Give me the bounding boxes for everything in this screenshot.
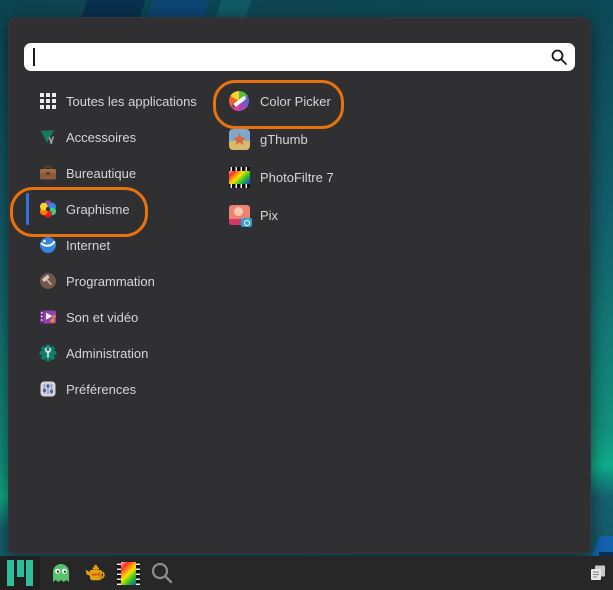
graphics-pinwheel-icon [38, 199, 58, 219]
internet-globe-icon [38, 235, 58, 255]
app-color-picker[interactable]: Color Picker [222, 82, 447, 120]
administration-gear-wrench-icon [38, 343, 58, 363]
app-pix[interactable]: Pix [222, 196, 447, 234]
system-tray[interactable] [589, 564, 607, 582]
category-graphisme[interactable]: Graphisme [34, 191, 238, 227]
sound-video-icon [38, 307, 58, 327]
selected-category-indicator [26, 193, 29, 225]
taskbar-item-rainbow-film[interactable] [117, 562, 140, 585]
category-bureautique[interactable]: Bureautique [34, 155, 238, 191]
category-all-applications[interactable]: Toutes les applications [34, 83, 238, 119]
category-label: Internet [66, 238, 110, 253]
taskbar-item-teapot[interactable] [84, 562, 107, 585]
all-apps-grid-icon [38, 91, 58, 111]
clipboard-pages-icon [589, 564, 607, 582]
green-ghost-icon [50, 562, 72, 584]
app-photofiltre-7[interactable]: PhotoFiltre 7 [222, 158, 447, 196]
category-administration[interactable]: Administration [34, 335, 238, 371]
application-menu-panel: Toutes les applications Accessoires Bure… [8, 17, 591, 554]
programming-hammer-icon [38, 271, 58, 291]
photofiltre-rainbow-film-icon [227, 165, 251, 189]
app-label: Color Picker [260, 94, 331, 109]
category-label: Programmation [66, 274, 155, 289]
accessories-icon [38, 127, 58, 147]
preferences-sliders-icon [38, 379, 58, 399]
manjaro-menu-icon [7, 560, 33, 586]
menu-search-input[interactable] [32, 45, 532, 69]
app-label: gThumb [260, 132, 308, 147]
category-preferences[interactable]: Préférences [34, 371, 238, 407]
color-picker-wheel-icon [227, 89, 251, 113]
briefcase-icon [38, 163, 58, 183]
search-tray-icon [150, 561, 174, 585]
taskbar [0, 556, 613, 590]
search-icon [550, 48, 568, 66]
category-accessoires[interactable]: Accessoires [34, 119, 238, 155]
category-label: Son et vidéo [66, 310, 138, 325]
category-internet[interactable]: Internet [34, 227, 238, 263]
taskbar-item-search[interactable] [150, 561, 174, 585]
category-programmation[interactable]: Programmation [34, 263, 238, 299]
app-label: PhotoFiltre 7 [260, 170, 334, 185]
pix-image-camera-icon [227, 203, 251, 227]
category-label: Toutes les applications [66, 94, 197, 109]
taskbar-item-ghost[interactable] [50, 562, 72, 584]
search-box[interactable] [24, 43, 575, 71]
category-label: Préférences [66, 382, 136, 397]
menu-launcher-button[interactable] [0, 556, 40, 590]
app-label: Pix [260, 208, 278, 223]
app-gthumb[interactable]: gThumb [222, 120, 447, 158]
gthumb-photo-icon [227, 127, 251, 151]
teapot-icon [84, 562, 107, 585]
rainbow-film-icon [117, 562, 140, 585]
text-caret [33, 48, 35, 66]
category-label: Bureautique [66, 166, 136, 181]
category-label: Administration [66, 346, 148, 361]
category-son-et-video[interactable]: Son et vidéo [34, 299, 238, 335]
category-label: Graphisme [66, 202, 130, 217]
category-label: Accessoires [66, 130, 136, 145]
